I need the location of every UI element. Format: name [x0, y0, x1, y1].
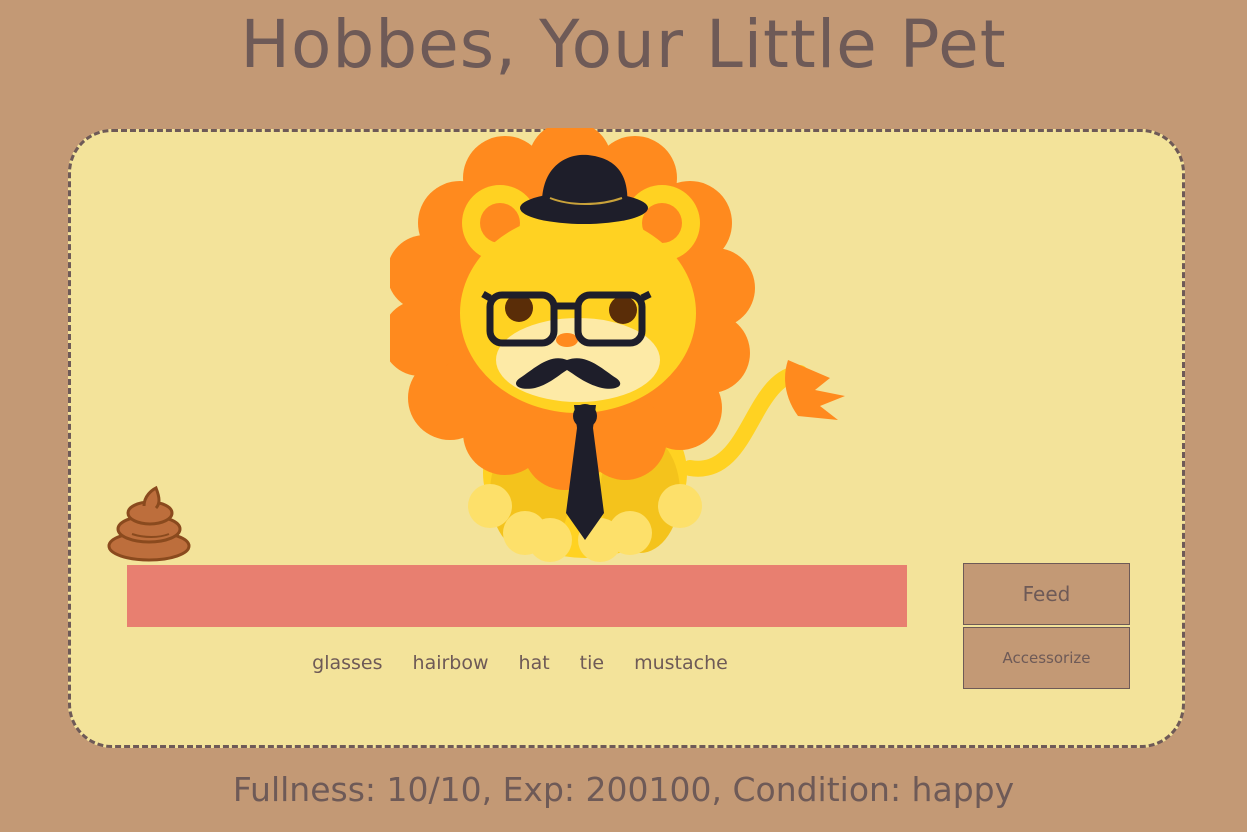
accessory-glasses[interactable]: glasses: [312, 652, 382, 674]
feed-button[interactable]: Feed: [963, 563, 1130, 625]
food-bar: [127, 565, 907, 627]
accessory-hairbow[interactable]: hairbow: [413, 652, 489, 674]
lion-pet-illustration[interactable]: [390, 128, 860, 568]
accessory-mustache[interactable]: mustache: [634, 652, 728, 674]
accessory-tie[interactable]: tie: [580, 652, 604, 674]
status-text: Fullness: 10/10, Exp: 200100, Condition:…: [232, 770, 1015, 809]
accessory-list: glasses hairbow hat tie mustache: [300, 645, 740, 681]
accessorize-button[interactable]: Accessorize: [963, 627, 1130, 689]
accessory-hat[interactable]: hat: [519, 652, 550, 674]
page-title: Hobbes, Your Little Pet: [240, 6, 1007, 83]
poop-icon[interactable]: [104, 484, 194, 566]
